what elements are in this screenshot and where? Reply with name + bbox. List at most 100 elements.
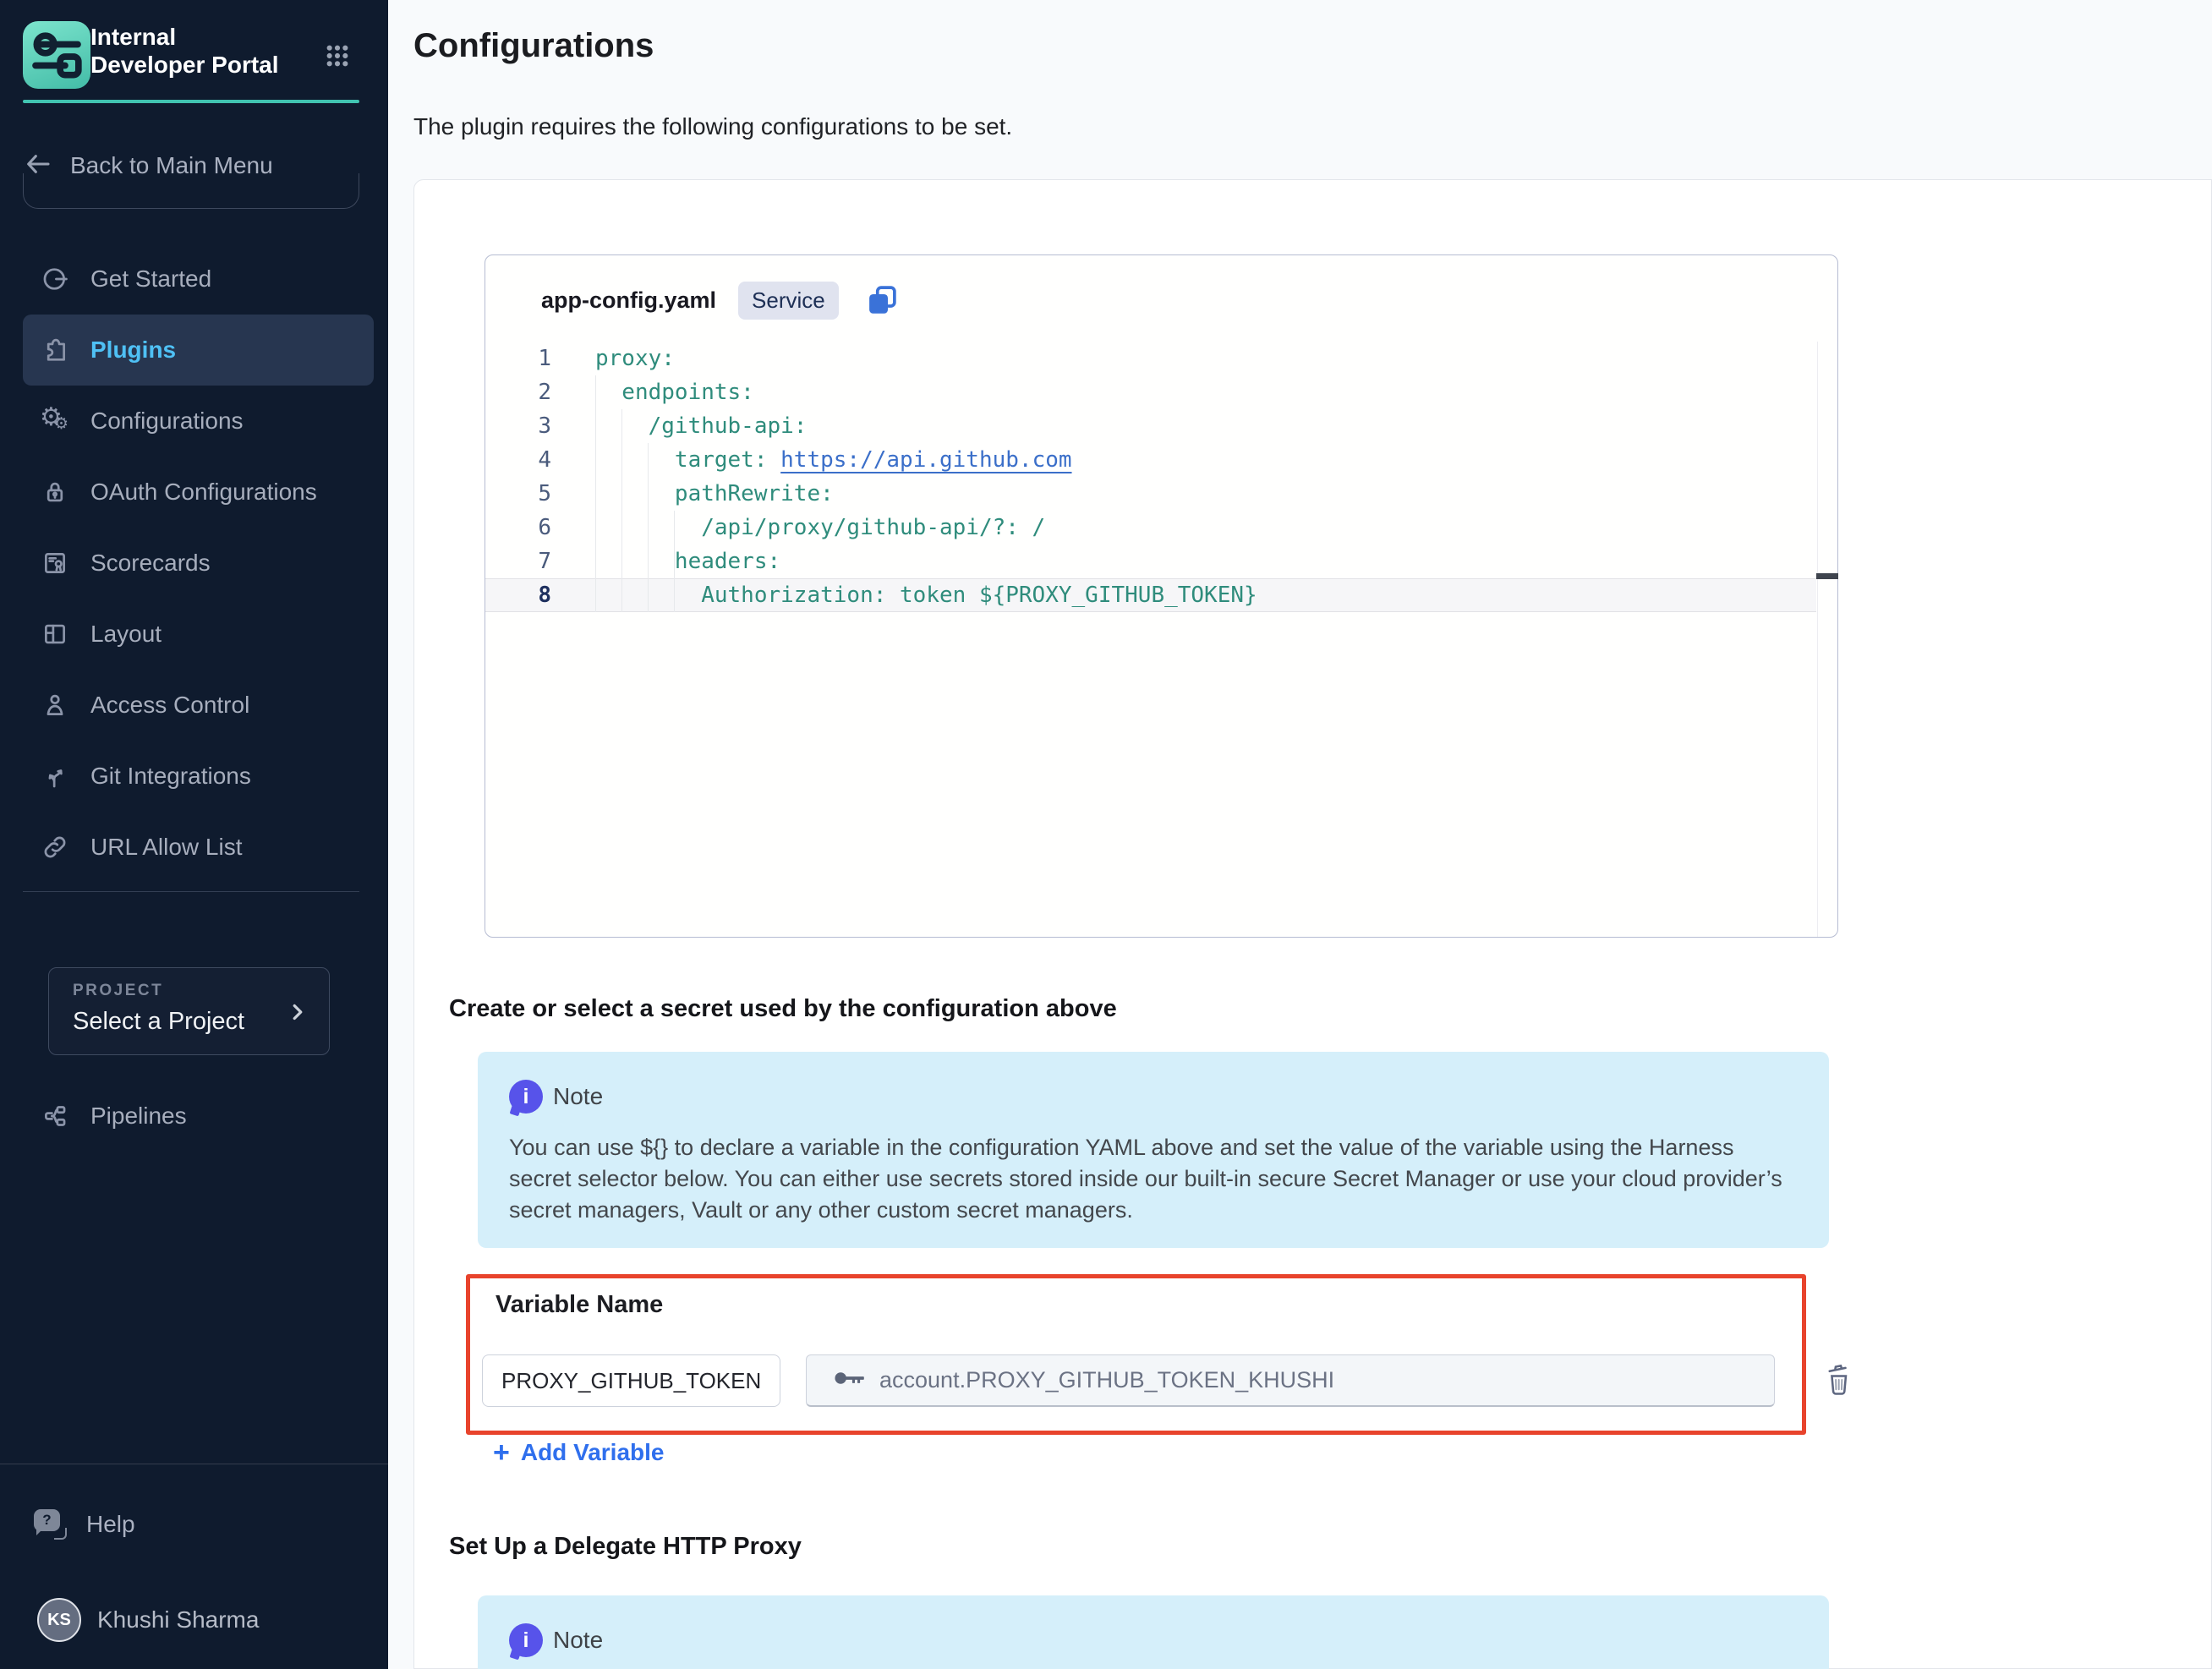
page-title: Configurations <box>413 27 654 65</box>
help-chat-icon: ? <box>34 1509 68 1540</box>
target-url-link[interactable]: https://api.github.com <box>780 447 1071 473</box>
chevron-right-icon <box>285 997 310 1027</box>
brand-accent-rule <box>23 100 359 103</box>
brand-title: Internal Developer Portal <box>90 23 293 79</box>
project-selector[interactable]: PROJECT Select a Project <box>48 967 330 1055</box>
secret-selector-field[interactable]: account.PROXY_GITHUB_TOKEN_KHUSHI <box>806 1354 1775 1407</box>
code-line-active: 8 Authorization: token ${PROXY_GITHUB_TO… <box>485 578 1816 612</box>
pipelines-icon <box>40 1101 70 1131</box>
code-line: 4 target: https://api.github.com <box>485 443 1816 477</box>
sidebar-item-plugins[interactable]: Plugins <box>23 315 374 386</box>
person-icon <box>40 690 70 720</box>
sidebar-item-label: Pipelines <box>90 1103 187 1130</box>
sidebar-item-pipelines[interactable]: Pipelines <box>23 1081 374 1152</box>
variable-name-label: Variable Name <box>496 1291 663 1319</box>
secret-value: account.PROXY_GITHUB_TOKEN_KHUSHI <box>879 1367 1334 1393</box>
git-fork-icon <box>40 761 70 791</box>
sidebar-item-oauth-configurations[interactable]: OAuth Configurations <box>23 457 374 528</box>
apps-grid-icon[interactable] <box>324 42 351 69</box>
variable-name-input[interactable] <box>482 1354 780 1407</box>
sidebar-item-label: Get Started <box>90 265 211 293</box>
sidebar-item-git-integrations[interactable]: Git Integrations <box>23 741 374 812</box>
sidebar-item-label: Git Integrations <box>90 763 251 790</box>
code-line: 2 endpoints: <box>485 375 1816 409</box>
sidebar-nav: Get Started Plugins ⚙⚙ Configurations <box>0 244 388 883</box>
info-icon: i <box>509 1080 543 1114</box>
copy-icon[interactable] <box>864 282 900 318</box>
sidebar: Internal Developer Portal Back to Main M… <box>0 0 388 1669</box>
yaml-editor-card: app-config.yaml Service 1 proxy: 2 endpo… <box>485 254 1838 938</box>
code-text: proxy: <box>551 346 675 371</box>
editor-scroll-gutter <box>1817 342 1818 937</box>
sidebar-item-get-started[interactable]: Get Started <box>23 244 374 315</box>
secret-section-heading: Create or select a secret used by the co… <box>449 995 1117 1023</box>
indent-guide <box>674 511 675 612</box>
plus-icon: + <box>493 1440 510 1465</box>
indent-guide <box>648 443 649 612</box>
idp-logo-icon <box>23 21 90 89</box>
line-number: 5 <box>485 481 551 506</box>
yaml-editor-content[interactable]: 1 proxy: 2 endpoints: 3 /github-api: 4 t… <box>485 342 1816 612</box>
scorecard-icon <box>40 548 70 578</box>
key-icon <box>834 1368 866 1393</box>
code-line: 3 /github-api: <box>485 409 1816 443</box>
code-text: /api/proxy/github-api/?: / <box>551 515 1045 540</box>
user-menu[interactable]: KS Khushi Sharma <box>37 1595 259 1645</box>
note-title: Note <box>553 1627 603 1654</box>
sidebar-item-label: Scorecards <box>90 550 211 577</box>
editor-header: app-config.yaml Service <box>541 281 900 320</box>
delete-variable-icon[interactable] <box>1824 1360 1854 1399</box>
scroll-cursor-marker <box>1816 573 1838 579</box>
code-line: 5 pathRewrite: <box>485 477 1816 511</box>
page-subtitle: The plugin requires the following config… <box>413 113 1012 140</box>
info-icon: i <box>509 1623 543 1657</box>
sidebar-item-url-allow-list[interactable]: URL Allow List <box>23 812 374 883</box>
note-header: i Note <box>509 1080 603 1114</box>
avatar: KS <box>37 1598 81 1642</box>
get-started-icon <box>40 264 70 294</box>
code-text: Authorization: token ${PROXY_GITHUB_TOKE… <box>551 583 1257 608</box>
sidebar-item-access-control[interactable]: Access Control <box>23 670 374 741</box>
sidebar-item-label: Layout <box>90 621 162 648</box>
code-text: headers: <box>551 549 780 574</box>
sidebar-item-scorecards[interactable]: Scorecards <box>23 528 374 599</box>
code-line: 7 headers: <box>485 544 1816 578</box>
sidebar-item-label: Configurations <box>90 408 244 435</box>
help-button[interactable]: ? Help <box>34 1499 135 1550</box>
note-callout: i Note You can use ${} to declare a vari… <box>478 1052 1829 1248</box>
code-line: 1 proxy: <box>485 342 1816 375</box>
service-badge: Service <box>738 282 839 320</box>
plugins-puzzle-icon <box>40 335 70 365</box>
indent-guide <box>621 409 622 612</box>
code-text: pathRewrite: <box>551 481 834 506</box>
code-text: target: https://api.github.com <box>551 447 1072 473</box>
back-section-divider <box>23 173 359 209</box>
configurations-panel: app-config.yaml Service 1 proxy: 2 endpo… <box>413 179 2212 1669</box>
note-callout: i Note <box>478 1595 1829 1669</box>
line-number: 8 <box>485 583 551 608</box>
line-number: 6 <box>485 515 551 540</box>
lock-icon <box>40 477 70 507</box>
sidebar-item-configurations[interactable]: ⚙⚙ Configurations <box>23 386 374 457</box>
sidebar-item-label: Plugins <box>90 337 176 364</box>
note-header: i Note <box>509 1623 603 1657</box>
note-body: You can use ${} to declare a variable in… <box>509 1132 1786 1226</box>
brand: Internal Developer Portal <box>23 21 371 90</box>
line-number: 1 <box>485 346 551 371</box>
sidebar-nav-secondary: Pipelines <box>0 1081 388 1152</box>
add-variable-label: Add Variable <box>521 1439 665 1466</box>
layout-icon <box>40 619 70 649</box>
line-number: 3 <box>485 413 551 439</box>
code-text: /github-api: <box>551 413 807 439</box>
line-number: 7 <box>485 549 551 574</box>
link-icon <box>40 832 70 862</box>
sidebar-divider <box>23 891 359 892</box>
gears-icon: ⚙⚙ <box>40 406 70 436</box>
sidebar-item-layout[interactable]: Layout <box>23 599 374 670</box>
question-glyph: ? <box>42 1512 51 1529</box>
sidebar-item-label: Access Control <box>90 692 249 719</box>
code-line: 6 /api/proxy/github-api/?: / <box>485 511 1816 544</box>
add-variable-button[interactable]: + Add Variable <box>493 1439 664 1466</box>
sidebar-item-label: OAuth Configurations <box>90 479 317 506</box>
help-label: Help <box>86 1511 135 1538</box>
